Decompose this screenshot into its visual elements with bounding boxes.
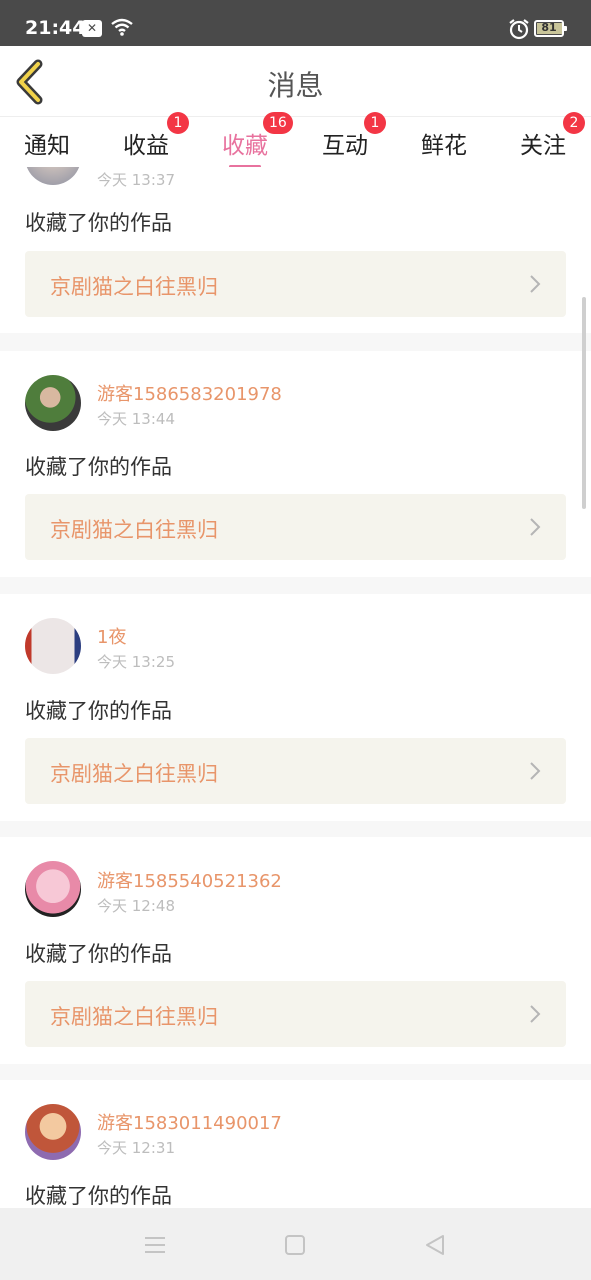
action-text: 收藏了你的作品 — [25, 699, 172, 723]
work-link[interactable]: 京剧猫之白往黑归 — [25, 738, 566, 804]
message-list: 今天 13:37 收藏了你的作品 京剧猫之白往黑归 游客158658320197… — [0, 167, 591, 1208]
chevron-right-icon — [530, 275, 541, 293]
work-link[interactable]: 京剧猫之白往黑归 — [25, 251, 566, 317]
tab-notifications[interactable]: 通知 — [24, 126, 70, 160]
user-avatar[interactable] — [25, 861, 81, 917]
work-link[interactable]: 京剧猫之白往黑归 — [25, 981, 566, 1047]
alarm-icon — [509, 19, 529, 40]
home-icon[interactable] — [280, 1230, 310, 1260]
user-avatar[interactable] — [25, 375, 81, 431]
tab-follow[interactable]: 关注 — [520, 126, 566, 160]
scrollbar[interactable] — [582, 297, 586, 509]
x-notification-icon: ✕ — [82, 20, 102, 37]
page-title: 消息 — [267, 69, 324, 102]
work-title: 京剧猫之白往黑归 — [50, 762, 218, 786]
back-nav-icon[interactable] — [420, 1230, 450, 1260]
message-card: 游客1585540521362 今天 12:48 收藏了你的作品 京剧猫之白往黑… — [0, 837, 591, 1064]
tab-interactions[interactable]: 互动 — [322, 126, 368, 160]
work-title: 京剧猫之白往黑归 — [50, 275, 218, 299]
work-title: 京剧猫之白往黑归 — [50, 518, 218, 542]
battery-level: 81 — [541, 21, 557, 34]
user-avatar[interactable] — [25, 167, 81, 185]
favorites-badge: 16 — [263, 112, 293, 134]
message-time: 今天 13:37 — [97, 171, 175, 189]
message-time: 今天 13:25 — [97, 653, 175, 671]
action-text: 收藏了你的作品 — [25, 211, 172, 235]
status-bar: 21:44 ✕ 81 — [0, 0, 591, 46]
message-time: 今天 13:44 — [97, 410, 175, 428]
wifi-icon — [111, 18, 133, 36]
action-text: 收藏了你的作品 — [25, 1184, 172, 1208]
follow-badge: 2 — [563, 112, 585, 134]
user-name[interactable]: 1夜 — [97, 623, 126, 649]
app-header: 消息 — [0, 46, 591, 117]
message-card: 游客1583011490017 今天 12:31 收藏了你的作品 — [0, 1080, 591, 1208]
tab-flowers[interactable]: 鲜花 — [421, 126, 467, 160]
chevron-right-icon — [530, 762, 541, 780]
message-card: 游客1586583201978 今天 13:44 收藏了你的作品 京剧猫之白往黑… — [0, 351, 591, 577]
user-avatar[interactable] — [25, 618, 81, 674]
tab-favorites[interactable]: 收藏 — [222, 126, 268, 160]
message-card: 今天 13:37 收藏了你的作品 京剧猫之白往黑归 — [0, 167, 591, 333]
user-name[interactable]: 游客1583011490017 — [97, 1109, 282, 1135]
message-card: 1夜 今天 13:25 收藏了你的作品 京剧猫之白往黑归 — [0, 594, 591, 821]
user-name[interactable]: 游客1585540521362 — [97, 867, 282, 893]
tab-bar: 通知 收益 1 收藏 16 互动 1 鲜花 关注 2 — [0, 112, 591, 167]
message-time: 今天 12:48 — [97, 897, 175, 915]
user-name[interactable]: 游客1586583201978 — [97, 380, 282, 406]
system-nav-bar — [0, 1208, 591, 1280]
interactions-badge: 1 — [364, 112, 386, 134]
action-text: 收藏了你的作品 — [25, 942, 172, 966]
action-text: 收藏了你的作品 — [25, 455, 172, 479]
status-time: 21:44 — [25, 17, 86, 39]
message-time: 今天 12:31 — [97, 1139, 175, 1157]
battery-icon: 81 — [534, 20, 567, 37]
user-avatar[interactable] — [25, 1104, 81, 1160]
work-title: 京剧猫之白往黑归 — [50, 1005, 218, 1029]
chevron-right-icon — [530, 1005, 541, 1023]
tab-earnings[interactable]: 收益 — [123, 126, 169, 160]
menu-icon[interactable] — [140, 1230, 170, 1260]
work-link[interactable]: 京剧猫之白往黑归 — [25, 494, 566, 560]
earnings-badge: 1 — [167, 112, 189, 134]
chevron-right-icon — [530, 518, 541, 536]
